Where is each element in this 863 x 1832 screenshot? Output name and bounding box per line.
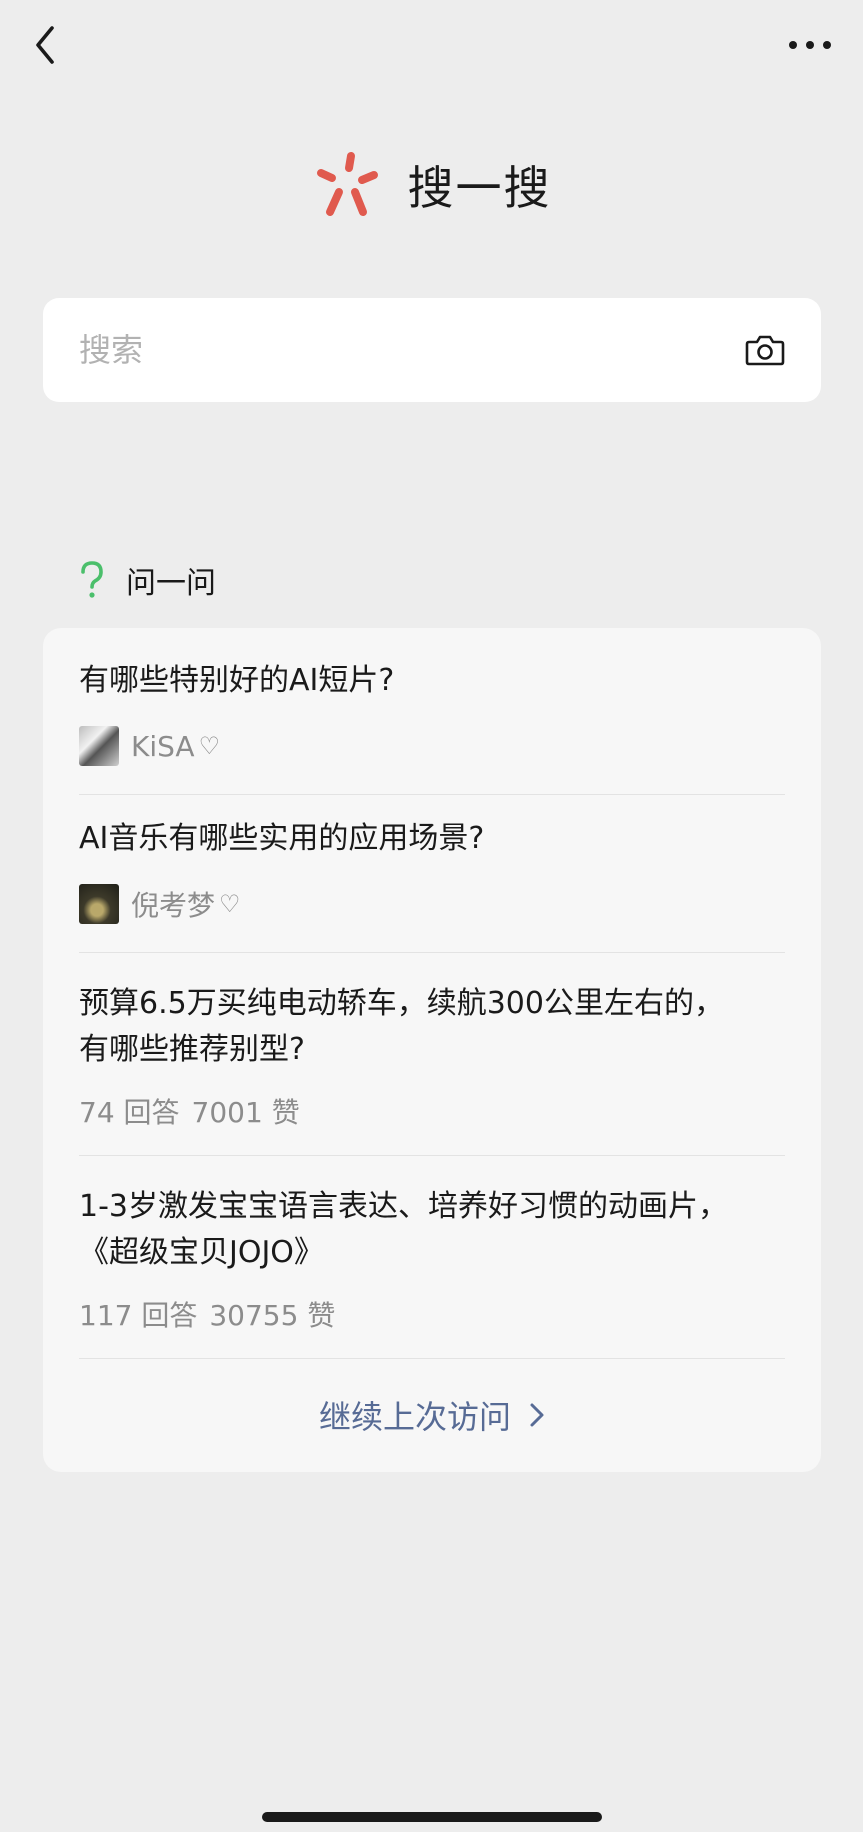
avatar — [79, 726, 119, 766]
question-text: AI音乐有哪些实用的应用场景? — [79, 821, 485, 856]
answer-author: 倪考梦 ♡ — [79, 884, 785, 924]
question-text-line-2: 《超级宝贝JOJO》 — [79, 1235, 324, 1270]
more-dots-icon — [789, 41, 831, 49]
search-page: 搜一搜 问一问 有哪些特别好的AI短片? KiSA ♡ AI音乐有哪些实用的应用… — [0, 0, 863, 1832]
more-button[interactable] — [785, 30, 835, 60]
like-count: 7001 赞 — [191, 1096, 300, 1129]
question-stats: 117 回答 30755 赞 — [79, 1294, 785, 1334]
answer-count: 117 回答 — [79, 1299, 198, 1332]
chevron-left-icon — [36, 26, 54, 64]
question-card: 有哪些特别好的AI短片? KiSA ♡ AI音乐有哪些实用的应用场景? 倪考梦 … — [43, 628, 821, 1472]
avatar — [79, 884, 119, 924]
continue-label: 继续上次访问 — [318, 1398, 511, 1436]
ask-section-header: 问一问 — [78, 558, 216, 602]
camera-icon[interactable] — [745, 333, 785, 367]
like-count: 30755 赞 — [209, 1299, 336, 1332]
back-button[interactable] — [28, 22, 64, 68]
question-text-line-1: 1-3岁激发宝宝语言表达、培养好习惯的动画片， — [79, 1189, 728, 1224]
page-title: 搜一搜 — [407, 161, 552, 215]
question-item[interactable]: 预算6.5万买纯电动轿车，续航300公里左右的， 有哪些推荐别型? 74 回答 … — [79, 953, 785, 1156]
brand-header: 搜一搜 — [0, 150, 863, 220]
answer-author: KiSA ♡ — [79, 726, 785, 766]
question-text-line-1: 预算6.5万买纯电动轿车，续航300公里左右的， — [79, 986, 724, 1021]
question-stats: 74 回答 7001 赞 — [79, 1091, 785, 1131]
author-name: KiSA — [131, 729, 195, 763]
continue-last-visit-link[interactable]: 继续上次访问 — [79, 1359, 785, 1471]
question-item[interactable]: AI音乐有哪些实用的应用场景? 倪考梦 ♡ — [79, 795, 785, 953]
question-item[interactable]: 有哪些特别好的AI短片? KiSA ♡ — [79, 628, 785, 795]
question-text-line-2: 有哪些推荐别型? — [79, 1032, 305, 1067]
heart-icon: ♡ — [198, 732, 221, 760]
search-input[interactable] — [79, 331, 745, 369]
heart-icon: ♡ — [219, 890, 241, 918]
answer-count: 74 回答 — [79, 1096, 180, 1129]
search-bar[interactable] — [43, 298, 821, 402]
author-name: 倪考梦 — [131, 889, 216, 922]
chevron-right-icon — [530, 1403, 544, 1427]
question-mark-icon — [81, 561, 103, 598]
section-title: 问一问 — [126, 566, 216, 601]
question-item[interactable]: 1-3岁激发宝宝语言表达、培养好习惯的动画片， 《超级宝贝JOJO》 117 回… — [79, 1156, 785, 1359]
question-text: 有哪些特别好的AI短片? — [79, 663, 395, 698]
search-star-logo-icon — [316, 152, 378, 216]
home-indicator[interactable] — [262, 1812, 602, 1822]
